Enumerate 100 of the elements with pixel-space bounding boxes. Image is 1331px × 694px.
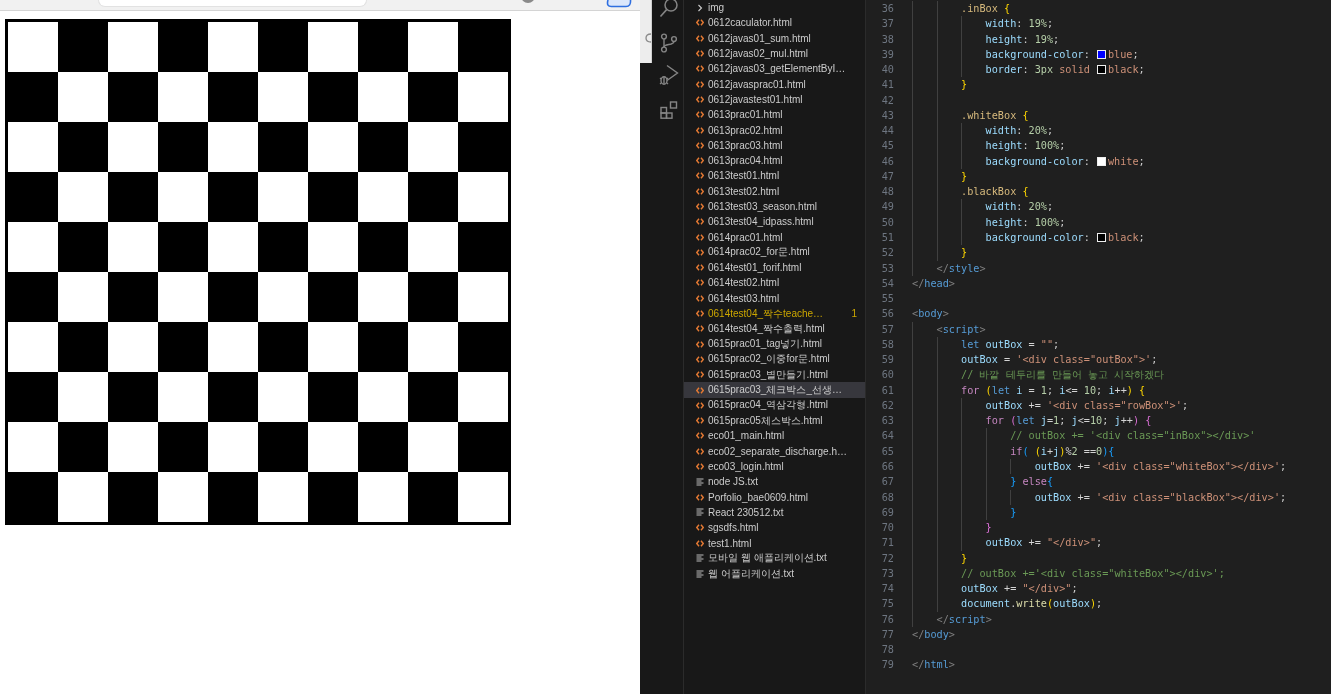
angle-brackets-icon [696,371,704,379]
chevron-right-icon[interactable] [696,3,704,12]
line-number: 64 [881,430,894,442]
angle-brackets-icon [696,463,704,471]
file-item[interactable]: eco01_main.html [684,428,865,444]
file-item[interactable]: 0614prac02_for문.html [684,244,865,261]
line-number: 76 [881,613,894,625]
file-item[interactable]: 0613test01.html [684,168,865,184]
color-value: black; [1107,231,1145,245]
file-item[interactable]: eco02_separate_discharge.h… [684,443,865,459]
file-item[interactable]: 0613prac01.html [684,107,865,123]
line-number: 48 [881,186,894,198]
code-line: for (let i = 1; i<= 10; i++) { [961,383,1146,398]
file-item[interactable]: 0613test02.html [684,183,865,199]
code-line: </body> [912,627,955,642]
code-line: outBox += "</div>"; [985,536,1103,551]
angle-brackets-icon [696,401,704,409]
code-line: } [961,246,968,261]
code-line: let outBox = ""; [961,337,1060,352]
line-number: 38 [881,33,894,45]
file-item[interactable]: eco03_login.html [684,458,865,475]
file-item[interactable]: 0615prac02_이중for문.html [684,351,865,368]
file-item[interactable]: 0614test04_짝수출력.html [684,321,865,337]
source-control-icon[interactable] [660,33,678,53]
angle-brackets-icon [696,233,704,241]
line-number: 43 [881,109,894,121]
line-number: 39 [881,48,894,60]
line-number: 56 [881,308,894,320]
file-item[interactable]: 0613test03_season.html [684,198,865,215]
code-line: document.write(outBox); [961,597,1103,612]
line-number: 65 [881,445,894,457]
angle-brackets-icon [696,218,704,226]
code-line: // outBox += '<div class="inBox"></div>' [1010,429,1256,444]
line-number: 58 [881,338,894,350]
search-icon[interactable] [659,0,679,19]
file-item[interactable]: 0612javastest01.html [684,91,865,108]
code-line: <script> [936,322,986,337]
extensions-icon[interactable] [660,101,678,119]
angle-brackets-icon [696,524,704,532]
line-number: 69 [881,506,894,518]
angle-brackets-icon [696,248,704,256]
file-item[interactable]: sgsdfs.html [684,520,865,536]
file-item[interactable]: img [684,0,865,16]
line-number: 45 [881,140,894,152]
file-item[interactable]: 0613test04_idpass.html [684,214,865,230]
line-number: 46 [881,155,894,167]
angle-brackets-icon [696,157,704,165]
code-line: for (let j=1; j<=10; j++) { [985,414,1152,429]
file-item[interactable]: React 230512.txt [684,504,865,521]
code-line: background-color: [985,47,1090,62]
file-item[interactable]: 0614test01_forif.html [684,260,865,276]
file-item[interactable]: 0615prac03_체크박스_선생… [684,382,865,398]
file-item[interactable]: 0615prac01_tag넣기.html [684,336,865,352]
file-item[interactable]: 웹 어플리케이션.txt [684,566,865,582]
file-item[interactable]: 0613prac04.html [684,152,865,169]
line-number: 75 [881,598,894,610]
line-number: 63 [881,415,894,427]
code-line: <body> [912,307,949,322]
angle-brackets-icon [696,310,704,318]
line-number: 71 [881,537,894,549]
code-line: height: 19%; [985,32,1060,47]
cut-off-icon [645,33,651,43]
line-number: 55 [881,293,894,305]
file-item[interactable]: 0614test04_짝수teache… 1 [684,305,865,322]
run-debug-icon[interactable] [659,64,679,86]
code-line: outBox = '<div class="outBox">'; [961,353,1158,368]
line-number: 44 [881,125,894,137]
bubble-icon[interactable] [605,0,632,8]
file-item[interactable]: 모바일 웹 애플리케이션.txt [684,550,865,566]
file-item[interactable]: node JS.txt [684,474,865,490]
line-number: 68 [881,491,894,503]
line-number: 54 [881,277,894,289]
angle-brackets-icon [696,141,704,149]
code-line: height: 100%; [985,215,1066,230]
file-item[interactable]: 0612javasprac01.html [684,76,865,92]
file-item[interactable]: 0615prac05체스박스.html [684,413,865,429]
code-line: outBox += "</div>"; [961,582,1078,597]
file-item[interactable]: 0615prac03_별만들기.html [684,367,865,383]
file-item[interactable]: 0612javas02_mul.html [684,45,865,62]
code-line: </style> [936,261,986,276]
lines-icon [696,569,704,578]
lines-icon [696,554,704,563]
problem-count: 1 [851,308,857,320]
file-item[interactable]: 0612caculator.html [684,15,865,31]
file-item[interactable]: 0614prac01.html [684,229,865,245]
file-item[interactable]: 0614test02.html [684,275,865,291]
line-number: 52 [881,247,894,259]
file-item[interactable]: 0612javas03_getElementByI… [684,61,865,77]
file-item[interactable]: 0613prac02.html [684,122,865,138]
angle-brackets-icon [696,95,704,103]
file-item[interactable]: 0613prac03.html [684,137,865,153]
code-line: width: 20%; [985,124,1054,139]
file-item[interactable]: 0615prac04_역삼각형.html [684,397,865,413]
file-item[interactable]: test1.html [684,535,865,551]
code-line: .inBox { [961,2,1011,16]
code-line: } [961,169,968,184]
file-item[interactable]: Porfolio_bae0609.html [684,489,865,505]
angle-brackets-icon [696,34,704,42]
file-item[interactable]: 0614test03.html [684,290,865,306]
file-item[interactable]: 0612javas01_sum.html [684,30,865,46]
